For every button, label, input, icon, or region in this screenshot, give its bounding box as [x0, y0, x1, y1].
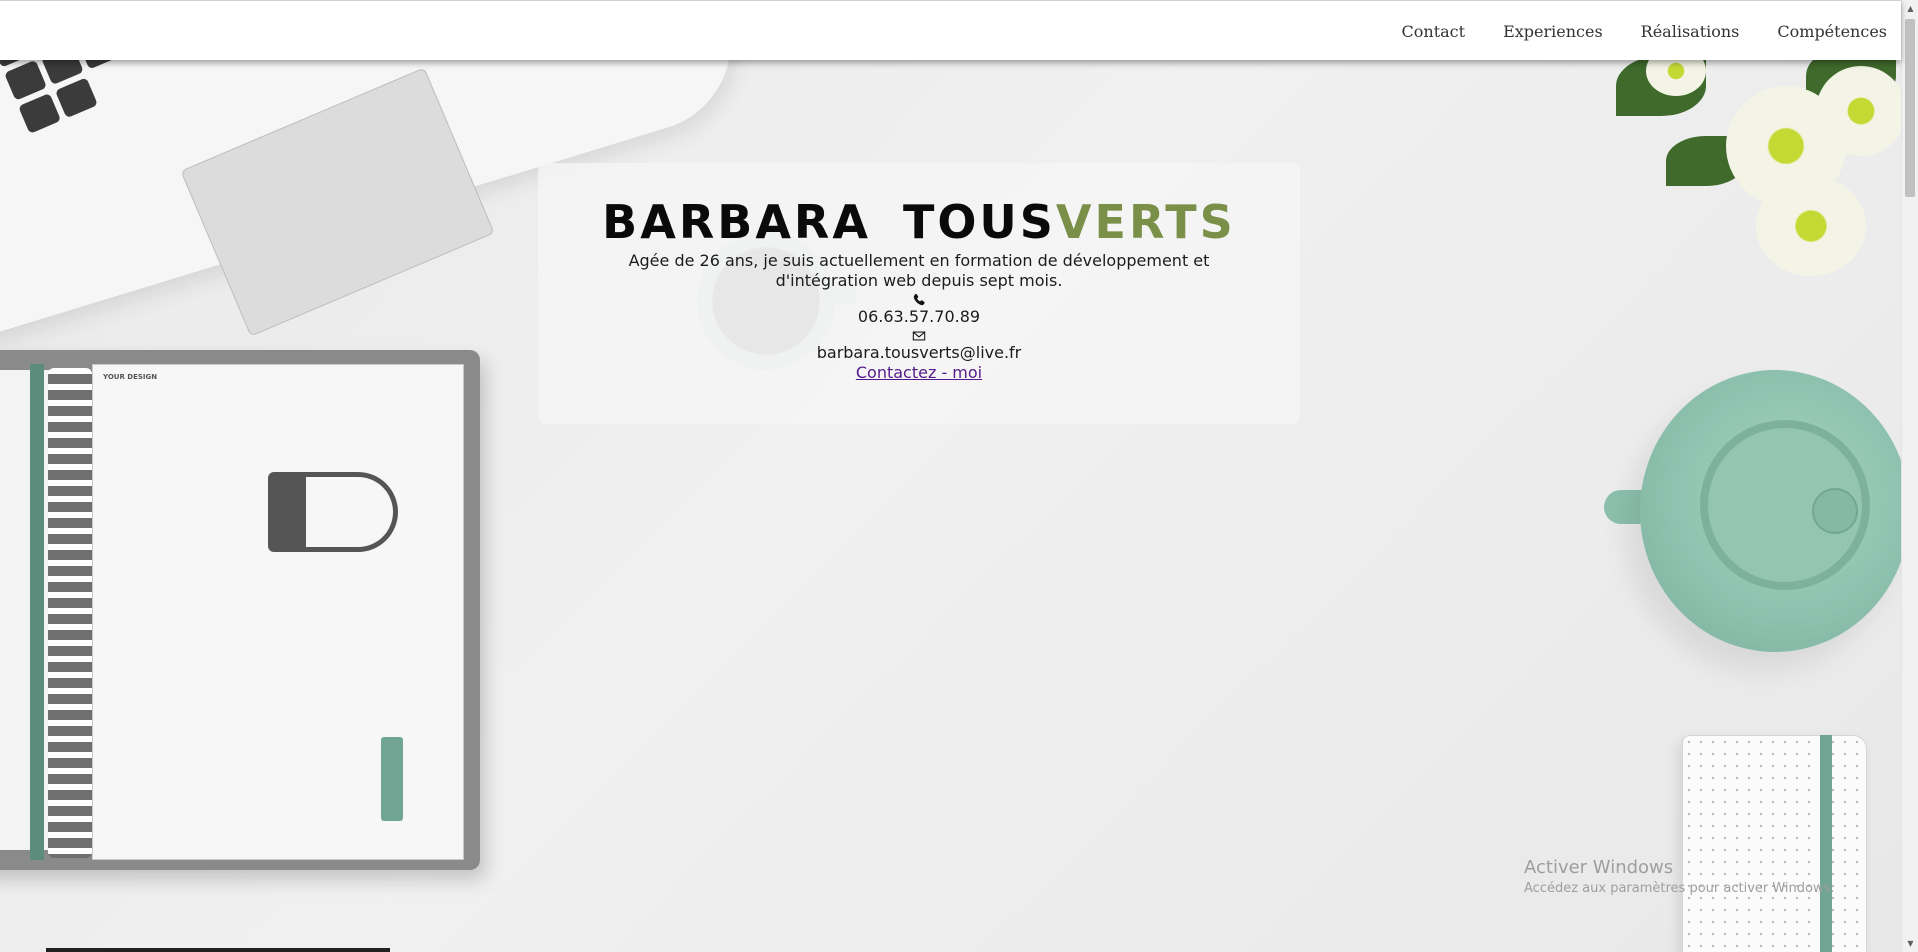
- phone-icon: [913, 293, 925, 306]
- binder-clip-illustration: [268, 472, 398, 552]
- flowers-illustration: [1606, 46, 1901, 276]
- envelope-icon: [912, 331, 926, 341]
- hero-card: BARBARA TOUSVERTS Agée de 26 ans, je suis…: [538, 163, 1300, 424]
- vertical-scrollbar[interactable]: ▲ ▼: [1901, 0, 1918, 952]
- nav-link-realisations[interactable]: Réalisations: [1641, 22, 1740, 41]
- scrollbar-thumb[interactable]: [1905, 19, 1915, 197]
- scroll-up-arrow-icon[interactable]: ▲: [1902, 0, 1918, 17]
- watermark-title: Activer Windows: [1524, 857, 1674, 878]
- eraser-illustration: [381, 737, 403, 821]
- page-viewport: YOUR DESIGN BARBARA TOUSVERTS Agée de 26 …: [0, 0, 1901, 952]
- nav-link-experiences[interactable]: Experiences: [1503, 22, 1603, 41]
- windows-activation-watermark: Activer Windows Accédez aux paramètres p…: [1524, 856, 1835, 898]
- hero-description: Agée de 26 ans, je suis actuellement en …: [628, 251, 1210, 290]
- email-address: barbara.tousverts@live.fr: [816, 343, 1022, 362]
- teapot-knob: [1812, 488, 1858, 534]
- notebook-label: YOUR DESIGN: [103, 373, 158, 381]
- hero-first-name: BARBARA: [602, 195, 871, 249]
- main-nav: Contact Experiences Réalisations Compéte…: [1364, 1, 1887, 61]
- small-notebook-band: [1820, 735, 1832, 952]
- bottom-edge-line: [46, 948, 390, 952]
- phone-number: 06.63.57.70.89: [857, 307, 981, 326]
- watermark-subtitle: Accédez aux paramètres pour activer Wind…: [1524, 881, 1835, 896]
- small-notebook-illustration: [1682, 735, 1867, 952]
- hero-last-name-part2: VERTS: [1055, 195, 1236, 249]
- notebook-illustration: YOUR DESIGN: [0, 350, 480, 870]
- contact-me-link[interactable]: Contactez - moi: [856, 363, 982, 382]
- scroll-down-arrow-icon[interactable]: ▼: [1902, 935, 1918, 952]
- hero-title: BARBARA TOUSVERTS: [538, 195, 1300, 249]
- nav-link-competences[interactable]: Compétences: [1777, 22, 1887, 41]
- nav-link-contact[interactable]: Contact: [1402, 22, 1466, 41]
- hero-last-name-part1: TOUS: [902, 195, 1056, 249]
- top-navbar: Contact Experiences Réalisations Compéte…: [0, 0, 1901, 60]
